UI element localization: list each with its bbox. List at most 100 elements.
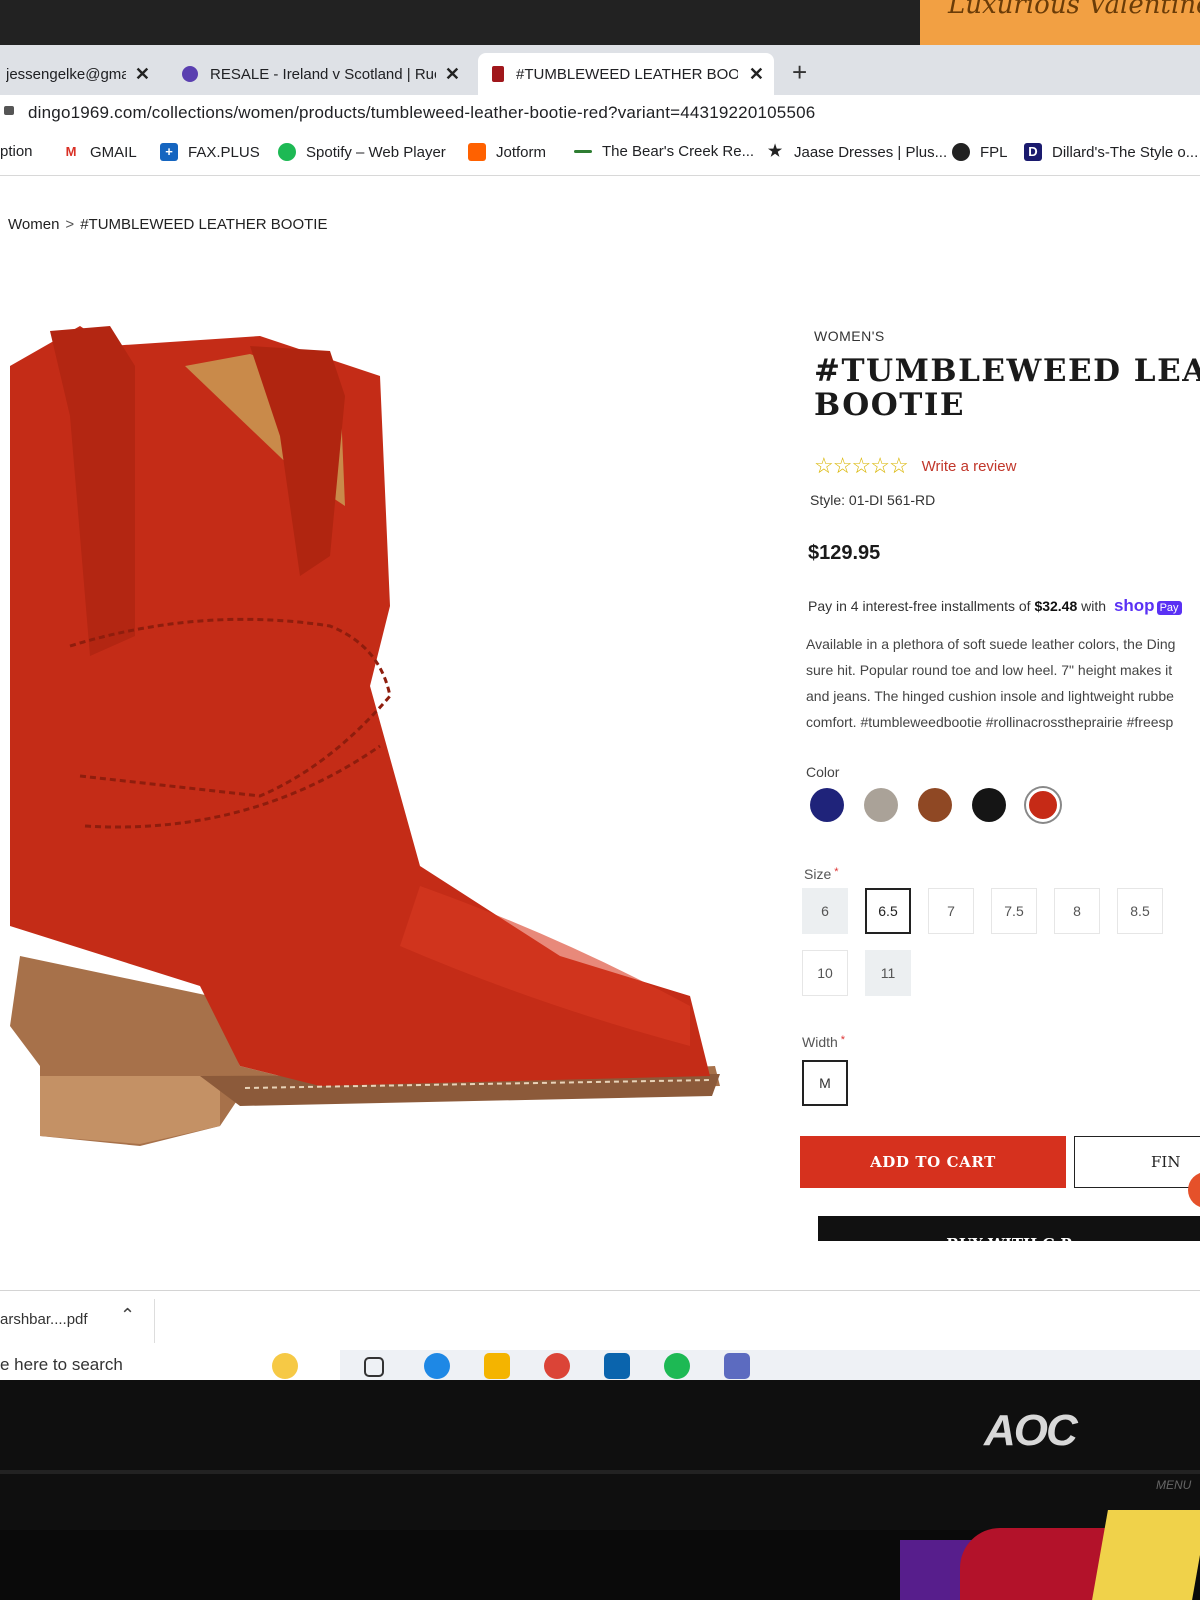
search-highlight-icon[interactable]	[272, 1353, 298, 1379]
close-icon[interactable]: ✕	[749, 64, 764, 85]
bookmark-fpl[interactable]: FPL	[952, 143, 1008, 161]
new-tab-button[interactable]: +	[792, 57, 807, 88]
color-swatch-taupe[interactable]	[864, 788, 898, 822]
address-bar[interactable]: dingo1969.com/collections/women/products…	[0, 95, 1200, 132]
size-option-8[interactable]: 8	[1054, 888, 1100, 934]
lock-icon	[4, 106, 14, 115]
downloads-bar: arshbar....pdf ⌃	[0, 1290, 1200, 1351]
edge-icon[interactable]	[424, 1353, 450, 1379]
spotify-icon[interactable]	[664, 1353, 690, 1379]
star-icon: ★	[767, 143, 783, 160]
tab-label: #TUMBLEWEED LEATHER BOOTIE	[516, 65, 738, 83]
outlook-icon[interactable]	[604, 1353, 630, 1379]
breadcrumb-women[interactable]: Women	[8, 216, 59, 233]
rugby-shield-icon	[182, 66, 198, 82]
close-icon[interactable]: ✕	[135, 64, 150, 85]
tab-product[interactable]: #TUMBLEWEED LEATHER BOOTIE ✕	[478, 53, 774, 95]
price: $129.95	[808, 542, 881, 564]
jotform-icon	[468, 143, 486, 161]
color-swatches	[810, 788, 1080, 822]
product-title: #TUMBLEWEED LEA BOOTIE	[814, 353, 1200, 423]
buy-with-gpay-button[interactable]: BUY WITH G Pay	[818, 1216, 1200, 1241]
installment-amount: $32.48	[1034, 598, 1078, 614]
add-to-cart-button[interactable]: ADD TO CART	[800, 1136, 1066, 1188]
style-number: Style: 01-DI 561-RD	[810, 492, 936, 508]
size-option-6[interactable]: 6	[802, 888, 848, 934]
tab-gmail[interactable]: jessengelke@gma ✕	[0, 53, 160, 95]
dillards-icon: D	[1024, 143, 1042, 161]
breadcrumb: Women > #TUMBLEWEED LEATHER BOOTIE	[8, 216, 327, 233]
rating: ☆ ☆ ☆ ☆ ☆ Write a review	[814, 453, 1016, 479]
bookmark-dillards[interactable]: D Dillard's-The Style o...	[1024, 143, 1198, 161]
breadcrumb-current: #TUMBLEWEED LEATHER BOOTIE	[80, 216, 328, 233]
dingo-logo-icon	[492, 66, 504, 82]
size-option-7[interactable]: 7	[928, 888, 974, 934]
star-empty-icon: ☆	[851, 453, 872, 478]
size-option-10[interactable]: 10	[802, 950, 848, 996]
fpl-icon	[952, 143, 970, 161]
product-page: Women > #TUMBLEWEED LEATHER BOOTIE WOMEN'	[0, 176, 1200, 1290]
color-swatch-red[interactable]	[1026, 788, 1060, 822]
divider	[154, 1299, 155, 1343]
bookmarks-bar: ption M GMAIL + FAX.PLUS Spotify – Web Pla…	[0, 131, 1200, 176]
width-option-m[interactable]: M	[802, 1060, 848, 1106]
browser-tab-bar: jessengelke@gma ✕ RESALE - Ireland v Sco…	[0, 45, 1200, 95]
width-label: Width *	[802, 1034, 846, 1050]
download-file[interactable]: arshbar....pdf	[0, 1311, 88, 1328]
star-empty-icon: ☆	[870, 453, 890, 478]
calculator-icon[interactable]	[724, 1353, 750, 1379]
spotify-icon	[278, 143, 296, 161]
chrome-icon[interactable]	[544, 1353, 570, 1379]
required-mark: *	[834, 866, 839, 878]
breadcrumb-separator: >	[65, 216, 75, 233]
star-empty-icon: ☆	[888, 453, 909, 478]
monitor-screen: jessengelke@gma ✕ RESALE - Ireland v Sco…	[0, 45, 1200, 1380]
required-mark: *	[840, 1034, 846, 1046]
write-review-link[interactable]: Write a review	[922, 458, 1017, 475]
url-text[interactable]: dingo1969.com/collections/women/products…	[28, 103, 815, 123]
gmail-icon: M	[62, 143, 80, 161]
color-swatch-brown[interactable]	[918, 788, 952, 822]
size-option-8-5[interactable]: 8.5	[1117, 888, 1163, 934]
gpay-button-wrapper: BUY WITH G Pay	[800, 1212, 1200, 1241]
shop-pay-badge: Pay	[1156, 601, 1182, 615]
bookmark-bearscreek[interactable]: The Bear's Creek Re...	[574, 143, 754, 160]
tab-resale[interactable]: RESALE - Ireland v Scotland | Ruc ✕	[172, 53, 470, 95]
bezel-edge	[0, 1470, 1200, 1474]
chevron-up-icon[interactable]: ⌃	[120, 1305, 135, 1326]
bookmark-jaase[interactable]: ★ Jaase Dresses | Plus...	[766, 143, 947, 161]
tab-label: RESALE - Ireland v Scotland | Ruc	[210, 65, 436, 83]
file-explorer-icon[interactable]	[484, 1353, 510, 1379]
close-icon[interactable]: ✕	[445, 64, 460, 85]
color-swatch-navy[interactable]	[810, 788, 844, 822]
product-image-red-suede-bootie[interactable]	[0, 306, 740, 1146]
color-swatch-black[interactable]	[972, 788, 1006, 822]
bookmark-faxplus[interactable]: + FAX.PLUS	[160, 143, 260, 161]
size-option-7-5[interactable]: 7.5	[991, 888, 1037, 934]
star-empty-icon: ☆	[814, 453, 834, 478]
product-description: Available in a plethora of soft suede le…	[806, 631, 1200, 735]
find-in-store-button[interactable]: FIN	[1074, 1136, 1200, 1188]
bookmark-spotify[interactable]: Spotify – Web Player	[278, 143, 446, 161]
task-view-icon[interactable]	[364, 1357, 384, 1377]
monitor-brand-logo: AOC	[984, 1406, 1078, 1455]
size-label: Size *	[804, 866, 839, 882]
description-line: comfort. #tumbleweedbootie #rollinacross…	[806, 714, 1174, 730]
description-line: and jeans. The hinged cushion insole and…	[806, 688, 1174, 704]
faxplus-icon: +	[160, 143, 178, 161]
description-line: sure hit. Popular round toe and low heel…	[806, 662, 1173, 678]
bookmark-jotform[interactable]: Jotform	[468, 143, 546, 161]
product-category: WOMEN'S	[814, 328, 885, 344]
size-option-11[interactable]: 11	[865, 950, 911, 996]
color-label: Color	[806, 764, 840, 780]
size-option-6-5[interactable]: 6.5	[865, 888, 911, 934]
bookmark-gmail[interactable]: M GMAIL	[62, 143, 137, 161]
tab-label: jessengelke@gma	[6, 65, 126, 83]
monitor-menu-label: MENU	[1156, 1478, 1192, 1492]
bookmark-option[interactable]: ption	[0, 143, 33, 160]
description-line: Available in a plethora of soft suede le…	[806, 636, 1176, 652]
shop-pay-logo[interactable]: shop	[1114, 596, 1155, 615]
sticky-note-yellow	[1092, 1510, 1200, 1600]
star-empty-icon: ☆	[832, 453, 853, 478]
bearscreek-icon	[574, 150, 592, 153]
